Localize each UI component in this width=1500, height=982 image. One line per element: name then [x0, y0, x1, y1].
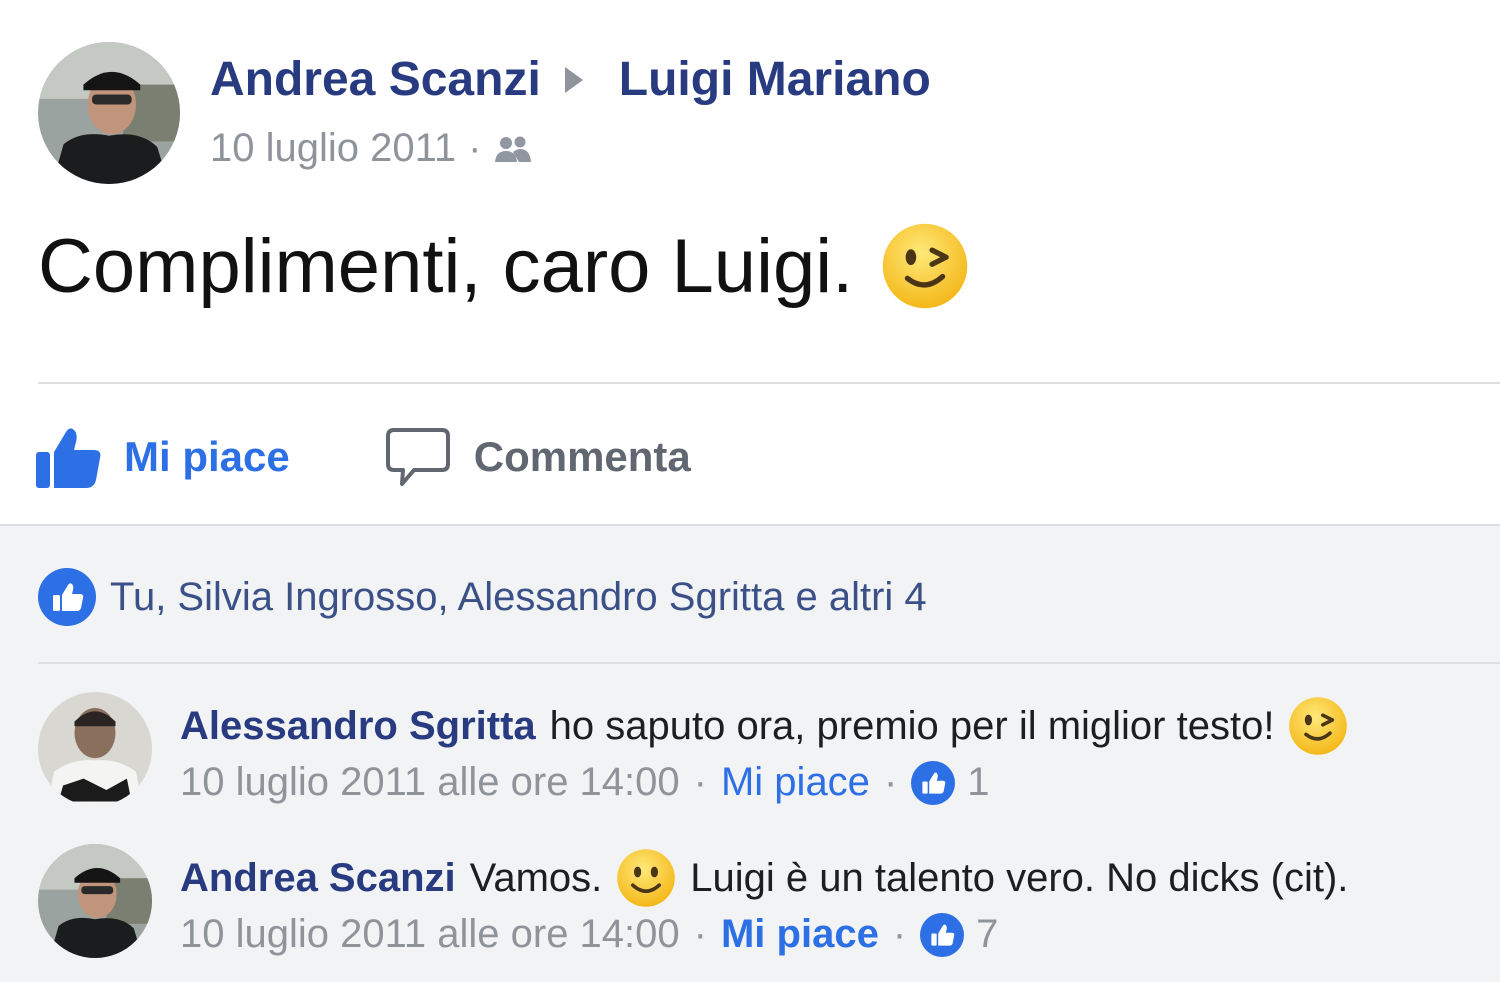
comment-like-link[interactable]: Mi piace [721, 760, 870, 805]
comment-text-after: Luigi è un talento vero. No dicks (cit). [690, 855, 1349, 900]
meta-separator: · [693, 912, 707, 956]
like-badge-icon [911, 760, 956, 805]
like-button-label: Mi piace [124, 433, 290, 480]
comment-timestamp[interactable]: 10 luglio 2011 alle ore 14:00 [180, 912, 680, 957]
like-badge-icon [38, 568, 96, 626]
comment-body: Andrea Scanzi Vamos. Luigi è un talento … [180, 848, 1348, 908]
arrow-right-icon [564, 66, 583, 93]
comment-meta: 10 luglio 2011 alle ore 14:00 · Mi piace… [180, 760, 990, 805]
comment-like-count[interactable]: 7 [976, 912, 998, 957]
post-date[interactable]: 10 luglio 2011 [210, 126, 456, 171]
comment-meta: 10 luglio 2011 alle ore 14:00 · Mi piace… [180, 912, 998, 957]
wink-emoji-icon [881, 222, 969, 310]
comment-author[interactable]: Andrea Scanzi [180, 856, 456, 901]
post-author-line: Andrea Scanzi Luigi Mariano [210, 52, 931, 107]
meta-separator: · [468, 126, 482, 170]
like-badge-icon [920, 912, 965, 957]
like-button[interactable]: Mi piace [36, 426, 290, 488]
post-meta: 10 luglio 2011 · [210, 126, 533, 171]
comment-author[interactable]: Alessandro Sgritta [180, 704, 536, 749]
meta-separator: · [693, 760, 707, 804]
likes-summary[interactable]: Tu, Silvia Ingrosso, Alessandro Sgritta … [38, 568, 927, 626]
comment-timestamp[interactable]: 10 luglio 2011 alle ore 14:00 [180, 760, 680, 805]
meta-separator: · [892, 912, 907, 956]
comment-body: Alessandro Sgritta ho saputo ora, premio… [180, 696, 1362, 756]
comment-text: Vamos. [469, 855, 603, 900]
comment-text: ho saputo ora, premio per il miglior tes… [549, 703, 1275, 748]
post-actions: Mi piace Commenta [36, 412, 691, 502]
divider [38, 662, 1500, 664]
comment: Alessandro Sgritta ho saputo ora, premio… [38, 692, 1478, 812]
likes-summary-text: Tu, Silvia Ingrosso, Alessandro Sgritta … [110, 574, 927, 619]
meta-separator: · [883, 760, 898, 804]
facebook-post: Andrea Scanzi Luigi Mariano 10 luglio 20… [0, 0, 1500, 982]
friends-icon[interactable] [493, 134, 533, 164]
post-recipient-name[interactable]: Luigi Mariano [619, 52, 931, 107]
divider [38, 382, 1500, 384]
comment-like-link[interactable]: Mi piace [721, 912, 879, 957]
thumbs-up-icon [36, 428, 101, 488]
comment: Andrea Scanzi Vamos. Luigi è un talento … [38, 844, 1478, 964]
speech-bubble-icon [385, 428, 450, 486]
post-text: Complimenti, caro Luigi. [38, 222, 969, 310]
reactions-and-comments: Tu, Silvia Ingrosso, Alessandro Sgritta … [0, 526, 1500, 982]
comment-button[interactable]: Commenta [385, 426, 691, 488]
author-avatar[interactable] [38, 42, 180, 184]
comment-like-count[interactable]: 1 [967, 760, 989, 805]
smile-emoji-icon [616, 848, 676, 908]
wink-emoji-icon [1288, 696, 1348, 756]
post-author-name[interactable]: Andrea Scanzi [210, 52, 541, 107]
comment-button-label: Commenta [473, 433, 691, 480]
post-header: Andrea Scanzi Luigi Mariano 10 luglio 20… [38, 42, 1478, 184]
post-message: Complimenti, caro Luigi. [38, 223, 854, 309]
commenter-avatar[interactable] [38, 844, 152, 958]
commenter-avatar[interactable] [38, 692, 152, 806]
